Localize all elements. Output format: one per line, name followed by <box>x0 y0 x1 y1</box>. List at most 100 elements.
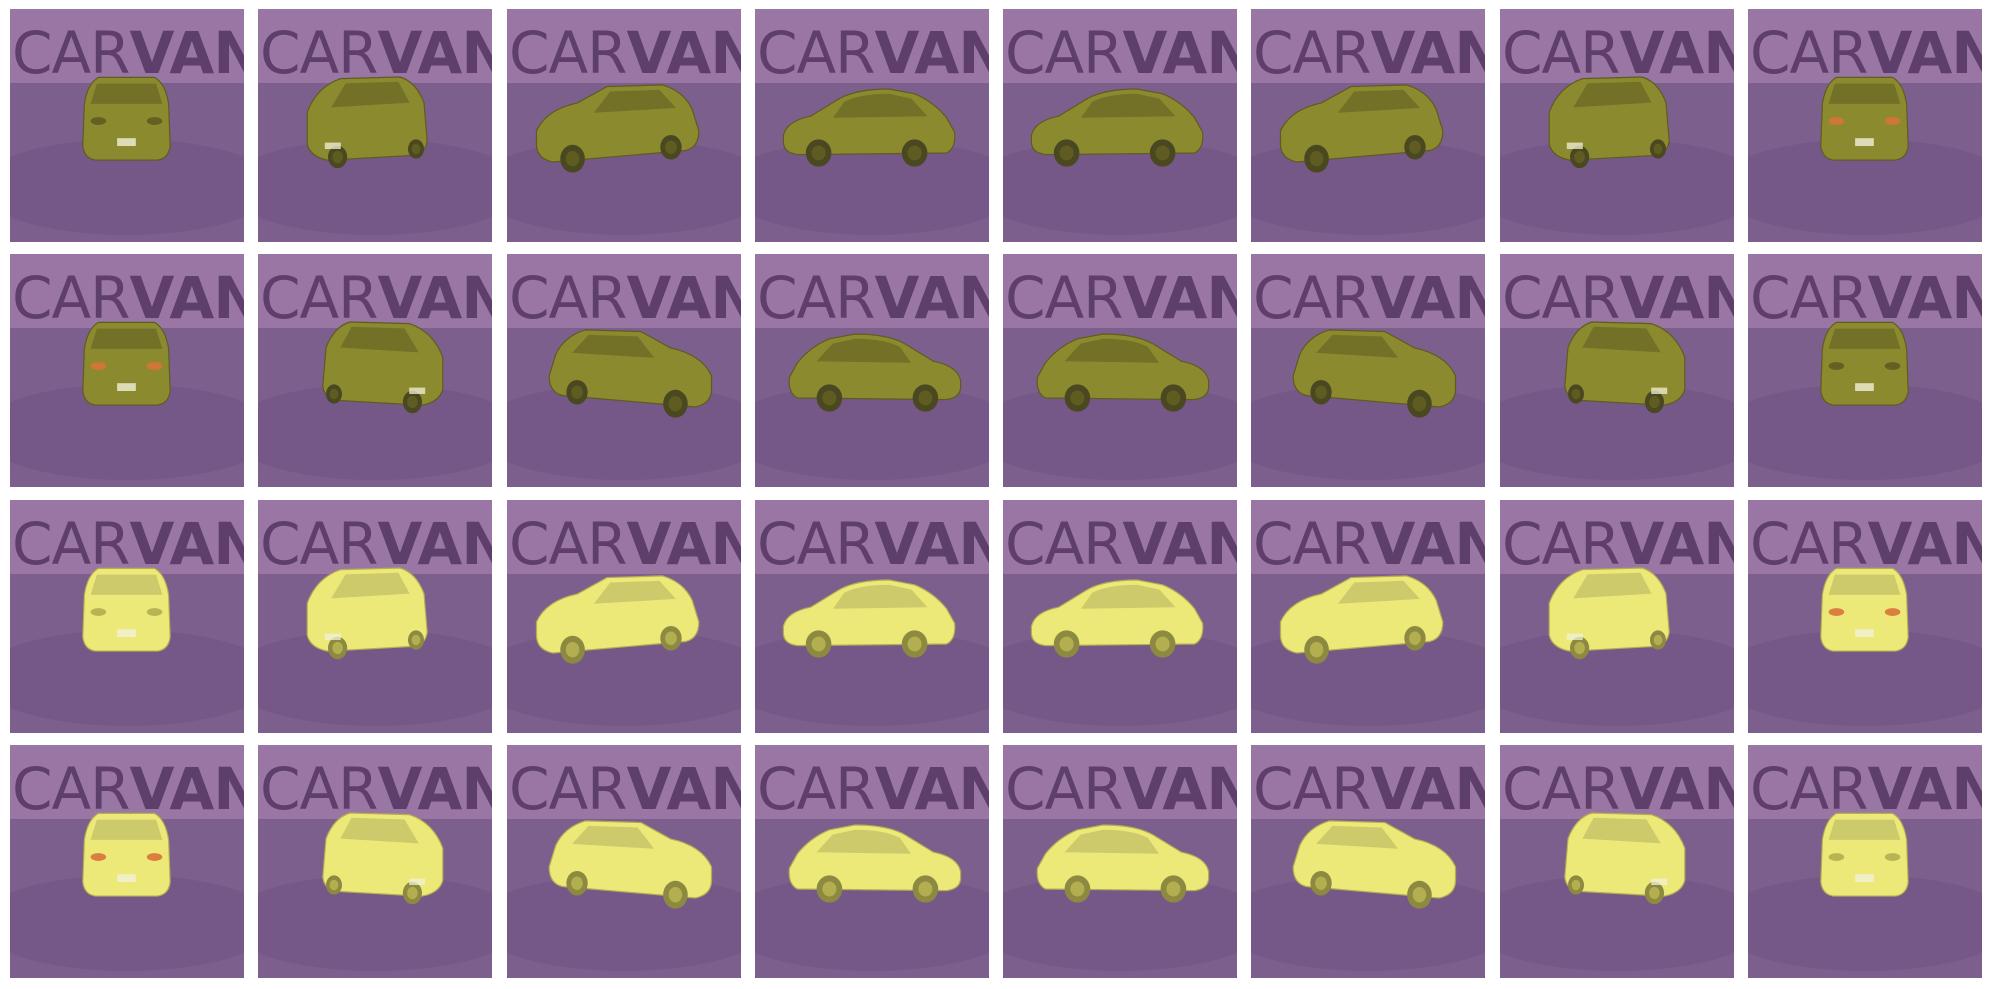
car-lamp <box>1884 607 1901 616</box>
thumbnail-image: CARVANA <box>506 254 741 488</box>
car-wheel-hub <box>332 150 344 164</box>
carvana-wordmark: CARVANA <box>260 19 492 87</box>
wordmark-prefix: CAR <box>757 510 874 578</box>
wordmark-prefix: CAR <box>1005 755 1122 823</box>
car-wheel-hub <box>918 390 933 406</box>
car-lamp <box>90 853 107 861</box>
wordmark-prefix: CAR <box>509 19 626 87</box>
license-plate <box>1855 874 1874 882</box>
car-wheel-hub <box>1155 145 1170 161</box>
thumbnail-image: CARVANA <box>10 254 244 488</box>
car-lamp <box>146 607 163 616</box>
car-lamp <box>146 853 163 861</box>
thumbnail-image: CARVANA <box>1499 254 1734 488</box>
thumbnail-image: CARVANA <box>1251 9 1486 242</box>
thumbnail-image: CARVANA <box>1748 744 1983 978</box>
car-wheel-hub <box>1653 143 1663 155</box>
license-plate <box>1650 878 1667 885</box>
wordmark-suffix: VANA <box>874 19 989 87</box>
thumbnail-image: CARVANA <box>1251 744 1486 978</box>
thumbnail-image: CARVANA <box>506 499 741 733</box>
car-window <box>1828 83 1901 104</box>
car-wheel-hub <box>1413 396 1427 412</box>
wordmark-prefix: CAR <box>1253 264 1370 332</box>
thumbnail-image: CARVANA <box>1003 744 1238 978</box>
license-plate <box>1566 142 1583 149</box>
segmentation-thumbnail: CARVANA <box>1251 744 1486 978</box>
thumbnail-image: CARVANA <box>10 744 244 978</box>
car-wheel-hub <box>570 385 583 400</box>
car-wheel-hub <box>1310 641 1324 657</box>
segmentation-thumbnail: CARVANA <box>10 9 244 242</box>
segmentation-thumbnail: CARVANA <box>754 499 989 733</box>
car-wheel-hub <box>1409 140 1422 155</box>
car-lamp <box>90 117 107 125</box>
segmentation-thumbnail: CARVANA <box>1499 499 1734 733</box>
car-group <box>82 76 171 161</box>
carvana-wordmark: CARVANA <box>509 264 741 332</box>
segmentation-thumbnail: CARVANA <box>506 499 741 733</box>
car-group <box>1820 812 1909 897</box>
car-lamp <box>1828 362 1845 371</box>
wordmark-suffix: VANA <box>626 755 741 823</box>
carvana-wordmark: CARVANA <box>509 19 741 87</box>
car-wheel-hub <box>811 145 826 161</box>
wordmark-suffix: VANA <box>1123 755 1238 823</box>
car-window <box>90 819 163 840</box>
car-wheel-hub <box>907 636 922 652</box>
car-lamp <box>1884 362 1901 371</box>
wordmark-suffix: VANA <box>378 264 493 332</box>
image-grid: CARVANACARVANACARVANACARVANACARVANACARVA… <box>10 9 1983 978</box>
license-plate <box>1566 633 1583 640</box>
segmentation-thumbnail: CARVANA <box>258 254 493 488</box>
car-lamp <box>1884 117 1901 125</box>
license-plate <box>409 878 426 885</box>
carvana-wordmark: CARVANA <box>1253 755 1485 823</box>
wordmark-prefix: CAR <box>757 264 874 332</box>
license-plate <box>117 628 136 637</box>
carvana-wordmark: CARVANA <box>1253 19 1485 87</box>
car-group <box>82 812 171 897</box>
wordmark-suffix: VANA <box>1371 510 1486 578</box>
carvana-wordmark: CARVANA <box>509 755 741 823</box>
segmentation-thumbnail: CARVANA <box>1251 9 1486 242</box>
car-wheel-hub <box>822 390 837 406</box>
car-wheel-hub <box>1059 145 1074 161</box>
wordmark-suffix: VANA <box>874 510 989 578</box>
car-lamp <box>1828 607 1845 616</box>
car-lamp <box>90 607 107 616</box>
segmentation-thumbnail: CARVANA <box>10 744 244 978</box>
carvana-wordmark: CARVANA <box>1502 510 1734 578</box>
carvana-wordmark: CARVANA <box>1005 19 1237 87</box>
car-group <box>1563 321 1686 414</box>
wordmark-suffix: VANA <box>1619 755 1734 823</box>
car-group <box>82 322 171 406</box>
segmentation-thumbnail: CARVANA <box>506 9 741 242</box>
thumbnail-image: CARVANA <box>1499 744 1734 978</box>
thumbnail-image: CARVANA <box>258 744 493 978</box>
car-window <box>1828 574 1901 595</box>
carvana-wordmark: CARVANA <box>1502 264 1734 332</box>
car-group <box>322 812 444 905</box>
license-plate <box>1855 383 1874 392</box>
segmentation-thumbnail: CARVANA <box>1748 254 1983 488</box>
segmentation-thumbnail: CARVANA <box>1251 499 1486 733</box>
car-group <box>82 567 171 652</box>
wordmark-prefix: CAR <box>1253 19 1370 87</box>
thumbnail-image: CARVANA <box>1748 499 1983 733</box>
thumbnail-image: CARVANA <box>1251 499 1486 733</box>
car-lamp <box>1884 853 1901 861</box>
car-group <box>1820 76 1909 161</box>
license-plate <box>1650 387 1667 395</box>
carvana-wordmark: CARVANA <box>757 510 989 578</box>
car-wheel-hub <box>1070 881 1085 897</box>
car-wheel-hub <box>1571 389 1581 400</box>
carvana-wordmark: CARVANA <box>1005 510 1237 578</box>
segmentation-thumbnail: CARVANA <box>258 9 493 242</box>
carvana-wordmark: CARVANA <box>1253 510 1485 578</box>
segmentation-thumbnail: CARVANA <box>1003 254 1238 488</box>
thumbnail-image: CARVANA <box>1748 9 1983 242</box>
wordmark-suffix: VANA <box>1123 19 1238 87</box>
thumbnail-image: CARVANA <box>1003 254 1238 488</box>
wordmark-prefix: CAR <box>509 510 626 578</box>
